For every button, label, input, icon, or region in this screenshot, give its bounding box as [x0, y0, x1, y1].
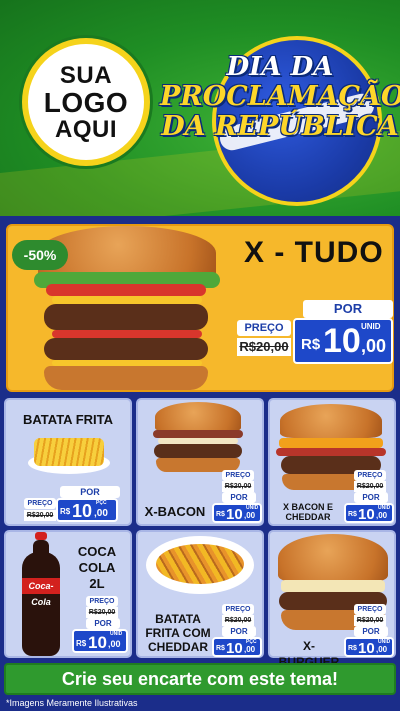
price-dec: ,00: [376, 645, 388, 654]
preco-label: PREÇO: [354, 604, 386, 615]
discount-badge: -50%: [12, 240, 68, 270]
unit: UNID: [378, 639, 391, 645]
old-price: R$20,00: [86, 607, 118, 618]
currency: R$: [216, 511, 225, 518]
new-price: R$ 10 ,00 PÇC: [56, 498, 118, 522]
price-dec: ,00: [108, 639, 121, 649]
old-price: R$20,00: [354, 481, 386, 492]
preco-label: PREÇO: [24, 498, 56, 509]
product-name: X-BACON: [144, 504, 206, 519]
price-int: 10: [358, 640, 375, 657]
unit: UNID: [246, 505, 259, 511]
price-dec: ,00: [94, 508, 108, 519]
hero-new-price: R$ 10 ,00 UNID: [293, 318, 393, 364]
price-int: 10: [226, 506, 243, 523]
new-price: R$ 10 ,00 UNID: [344, 503, 394, 523]
title-line2: PROCLAMAÇÃO: [160, 81, 400, 112]
product-name: BATATA FRITA: [22, 412, 113, 427]
product-name-line2: FRITA COM: [145, 626, 211, 640]
event-title: DIA DA PROCLAMAÇÃO DA REPÚBLICA: [160, 52, 400, 142]
cta-banner[interactable]: Crie seu encarte com este tema!: [4, 663, 396, 695]
price-dec: ,00: [376, 511, 388, 520]
price-dec: ,00: [244, 511, 256, 520]
preco-label: PREÇO: [354, 470, 386, 481]
disclaimer-text: *Imagens Meramente Ilustrativas: [6, 698, 138, 708]
por-label: POR: [86, 618, 120, 629]
cheddar-fries-image: [156, 544, 244, 584]
currency: R$: [216, 645, 225, 652]
price-int: 10: [226, 640, 243, 657]
price-int: 10: [88, 633, 107, 652]
hero-unit: UNID: [361, 322, 381, 331]
hero-price-dec: ,00: [361, 336, 387, 356]
logo-placeholder[interactable]: SUA LOGO AQUI: [22, 38, 150, 166]
por-label: POR: [222, 492, 256, 503]
price-int: 10: [358, 506, 375, 523]
unit: UNID: [110, 631, 123, 637]
old-price: R$20,00: [222, 615, 254, 626]
hero-currency: R$: [301, 336, 321, 353]
preco-label: PREÇO: [222, 470, 254, 481]
hero-preco-label: PREÇO: [237, 320, 291, 336]
title-line3: DA REPÚBLICA: [161, 111, 399, 142]
new-price: R$ 10 ,00 UNID: [212, 503, 262, 523]
old-price: R$20,00: [24, 510, 56, 521]
currency: R$: [348, 645, 357, 652]
bottle-cap: [35, 532, 47, 540]
fries-image: [34, 438, 104, 466]
new-price: R$ 10 ,00 PÇC: [212, 637, 262, 657]
old-price: R$20,00: [222, 481, 254, 492]
por-label: POR: [60, 486, 120, 498]
hero-por-label: POR: [303, 300, 393, 318]
por-label: POR: [354, 626, 388, 637]
price-int: 10: [72, 501, 93, 521]
logo-line1: SUA: [59, 61, 113, 89]
preco-label: PREÇO: [86, 596, 118, 607]
hero-price-int: 10: [323, 322, 361, 360]
preco-label: PREÇO: [222, 604, 254, 615]
logo-line2: LOGO: [43, 86, 129, 118]
unit: UNID: [378, 505, 391, 511]
x-bacon-image: [152, 402, 244, 472]
old-price: R$20,00: [354, 615, 386, 626]
por-label: POR: [222, 626, 256, 637]
new-price: R$ 10 ,00 UNID: [72, 629, 128, 653]
product-name-line2: CHEDDAR: [285, 512, 331, 522]
product-name-line3: 2L: [89, 576, 105, 591]
bottle-label: Coca-Cola: [22, 578, 60, 607]
title-line1: DIA DA: [226, 52, 334, 82]
unit: PÇC: [96, 500, 107, 506]
product-name-line1: X BACON E: [282, 502, 333, 512]
currency: R$: [348, 511, 357, 518]
unit: PÇC: [246, 639, 257, 645]
product-name-line1: COCA: [77, 544, 117, 559]
product-name-line1: BATATA: [155, 612, 201, 626]
currency: R$: [60, 507, 71, 516]
hero-product-name: X - TUDO: [244, 236, 384, 269]
product-name-line2: COLA: [78, 560, 116, 575]
new-price: R$ 10 ,00 UNID: [344, 637, 394, 657]
price-dec: ,00: [244, 645, 256, 654]
product-name-line3: CHEDDAR: [148, 640, 208, 654]
hero-old-price: R$20,00: [237, 338, 291, 356]
logo-line3: AQUI: [55, 115, 117, 143]
por-label: POR: [354, 492, 388, 503]
currency: R$: [76, 639, 87, 648]
